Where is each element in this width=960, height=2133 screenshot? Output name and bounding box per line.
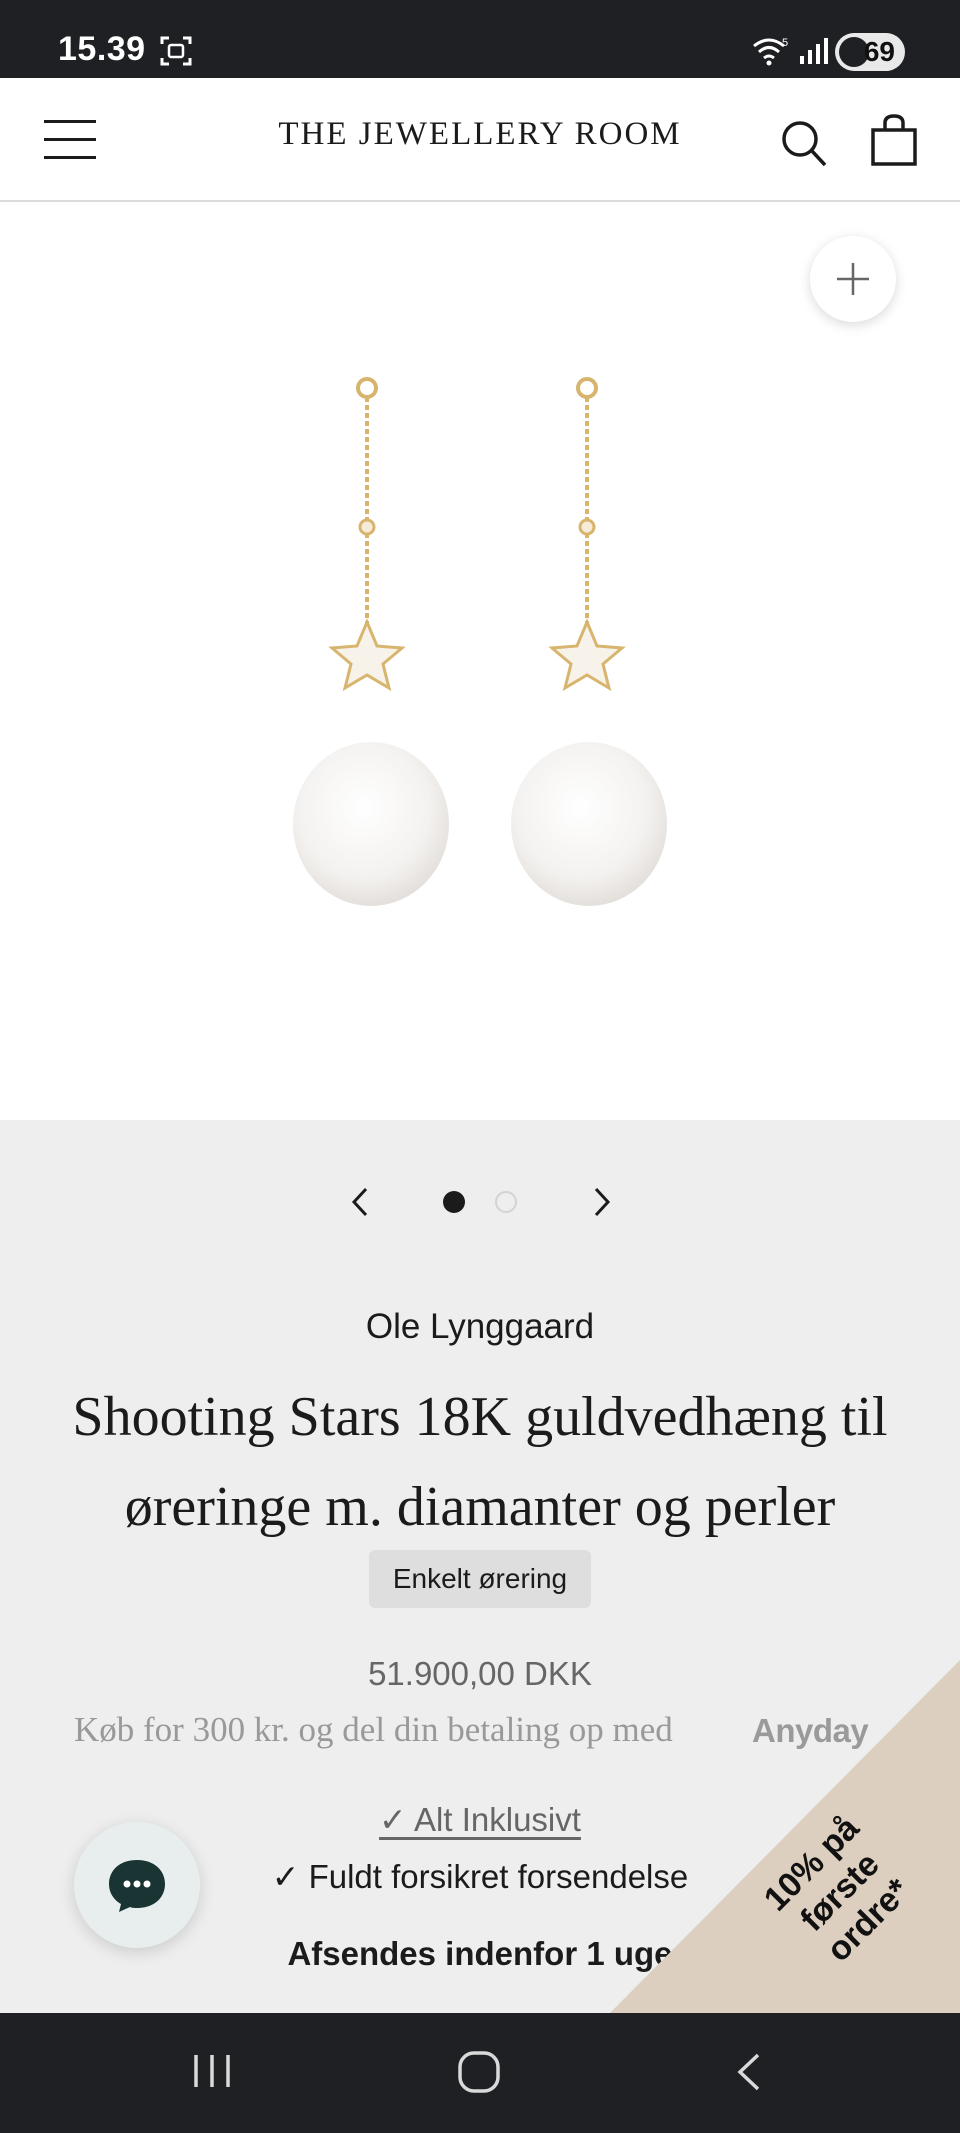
carousel-dot-1[interactable]: [443, 1191, 465, 1213]
anyday-logo: Anyday: [752, 1712, 869, 1749]
carousel-dot-2[interactable]: [495, 1191, 517, 1213]
signal-icon: [800, 38, 828, 64]
chat-button[interactable]: [74, 1822, 200, 1948]
zoom-plus-icon: [837, 263, 869, 295]
screen-recorder-icon: [160, 36, 192, 66]
chevron-left-icon[interactable]: [346, 1185, 376, 1219]
system-nav-bar: [0, 2013, 960, 2133]
chat-bubble-icon: [109, 1860, 165, 1912]
recent-apps-icon[interactable]: [192, 2051, 232, 2091]
battery-level: 69: [863, 36, 895, 67]
chevron-right-icon[interactable]: [586, 1185, 616, 1219]
product-image-gallery[interactable]: [0, 202, 960, 1120]
zoom-button[interactable]: [810, 236, 896, 322]
earring-left: [293, 377, 449, 906]
variant-badge: Enkelt ørering: [369, 1550, 591, 1608]
back-icon[interactable]: [734, 2051, 764, 2093]
product-image: [293, 377, 667, 906]
product-brand[interactable]: Ole Lynggaard: [0, 1307, 960, 1347]
home-icon[interactable]: [456, 2049, 502, 2095]
cart-icon[interactable]: [870, 114, 918, 166]
anyday-installment-text: Køb for 300 kr. og del din betaling op m…: [74, 1710, 673, 1749]
product-price: 51.900,00 DKK: [368, 1655, 592, 1692]
svg-text:5: 5: [782, 37, 788, 49]
battery-icon: 69: [835, 33, 905, 71]
earring-right: [511, 377, 667, 906]
status-time: 15.39: [58, 30, 146, 68]
all-inclusive-label[interactable]: ✓ Alt Inklusivt: [379, 1801, 581, 1838]
status-bar: 15.39 5 69: [0, 0, 960, 78]
wifi-icon: 5: [753, 37, 788, 66]
search-icon[interactable]: [780, 118, 828, 168]
site-header: THE JEWELLERY ROOM: [0, 78, 960, 202]
product-title: Shooting Stars 18K guldvedhæng til øreri…: [72, 1386, 888, 1538]
